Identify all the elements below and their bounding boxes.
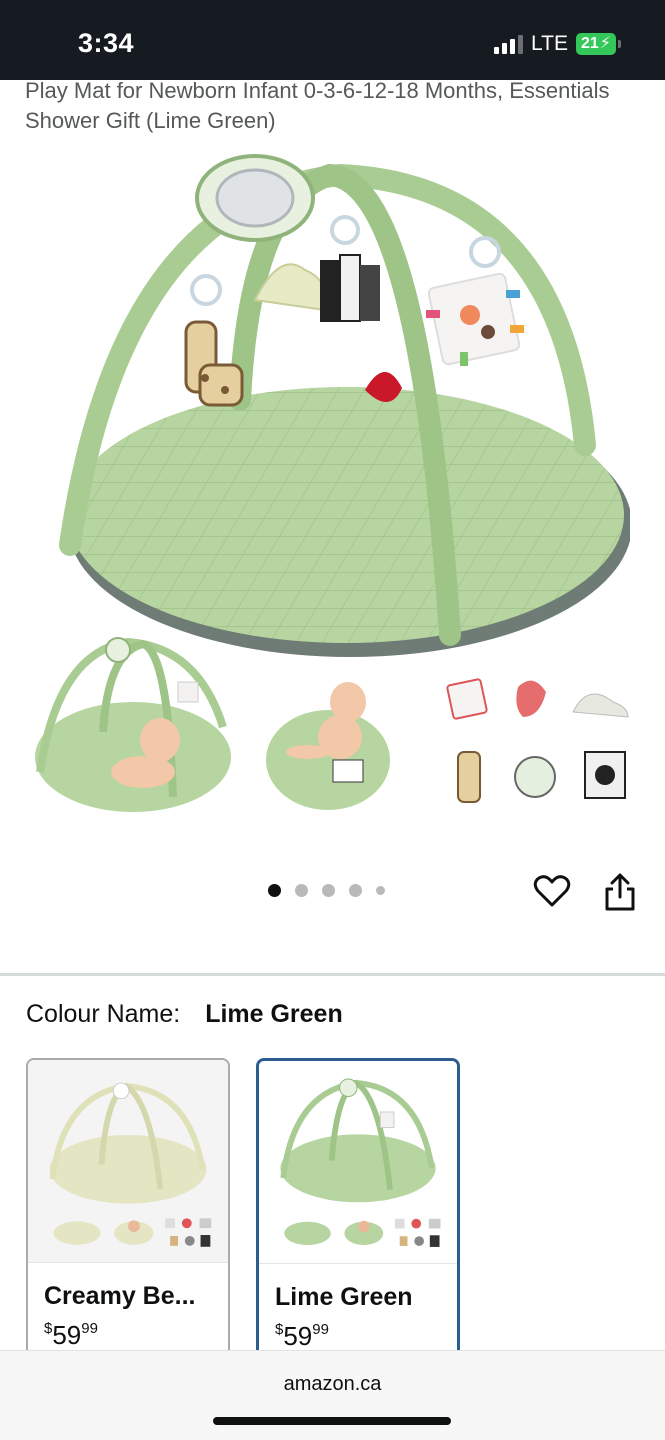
price-cents: 99 (81, 1320, 98, 1337)
colour-option-price: $ 59 99 (275, 1321, 329, 1352)
url-address[interactable]: amazon.ca (0, 1373, 665, 1396)
colour-label: Colour Name: (26, 1000, 181, 1028)
colour-option-name: Creamy Be... (44, 1282, 196, 1310)
image-carousel-dots[interactable] (268, 884, 385, 897)
carousel-dot-2[interactable] (295, 884, 308, 897)
status-time: 3:34 (78, 28, 135, 58)
cloth-book-toy (320, 254, 380, 322)
status-indicators: LTE 21 ⚡ (494, 32, 621, 56)
signal-icon (494, 34, 523, 54)
battery-icon: 21 ⚡ (575, 33, 621, 55)
product-main-image[interactable] (40, 140, 630, 670)
network-label: LTE (531, 32, 568, 55)
mirror-toy (195, 154, 315, 242)
price-cents: 99 (312, 1321, 329, 1338)
section-divider (0, 973, 665, 976)
share-icon[interactable] (603, 872, 637, 912)
product-title[interactable]: Play Mat for Newborn Infant 0-3-6-12-18 … (25, 76, 645, 136)
colour-option-name: Lime Green (275, 1283, 413, 1311)
taggie-blanket-toy (426, 272, 524, 366)
price-whole: 59 (283, 1321, 313, 1351)
carousel-dot-1[interactable] (268, 884, 281, 897)
colour-option-price: $ 59 99 (44, 1320, 98, 1351)
product-image-collage (35, 637, 629, 812)
carousel-dot-3[interactable] (322, 884, 335, 897)
heart-icon[interactable] (533, 872, 571, 910)
browser-bottom-bar: amazon.ca (0, 1350, 665, 1440)
colour-option-lime-green[interactable]: Lime Green $ 59 99 (256, 1058, 460, 1358)
battery-level: 21 (580, 35, 599, 52)
price-currency: $ (44, 1320, 53, 1337)
colour-selection-header: Colour Name: Lime Green (26, 1000, 343, 1029)
price-currency: $ (275, 1321, 284, 1338)
selected-colour: Lime Green (205, 1000, 343, 1028)
colour-option-creamy-beige[interactable]: Creamy Be... $ 59 99 (26, 1058, 230, 1358)
carousel-dot-4[interactable] (349, 884, 362, 897)
home-indicator[interactable] (213, 1417, 451, 1425)
price-whole: 59 (52, 1320, 82, 1350)
colour-option-image (28, 1060, 228, 1263)
colour-option-image (259, 1061, 457, 1264)
status-bar: 3:34 LTE 21 ⚡ (0, 0, 665, 80)
carousel-dot-5[interactable] (376, 886, 385, 895)
